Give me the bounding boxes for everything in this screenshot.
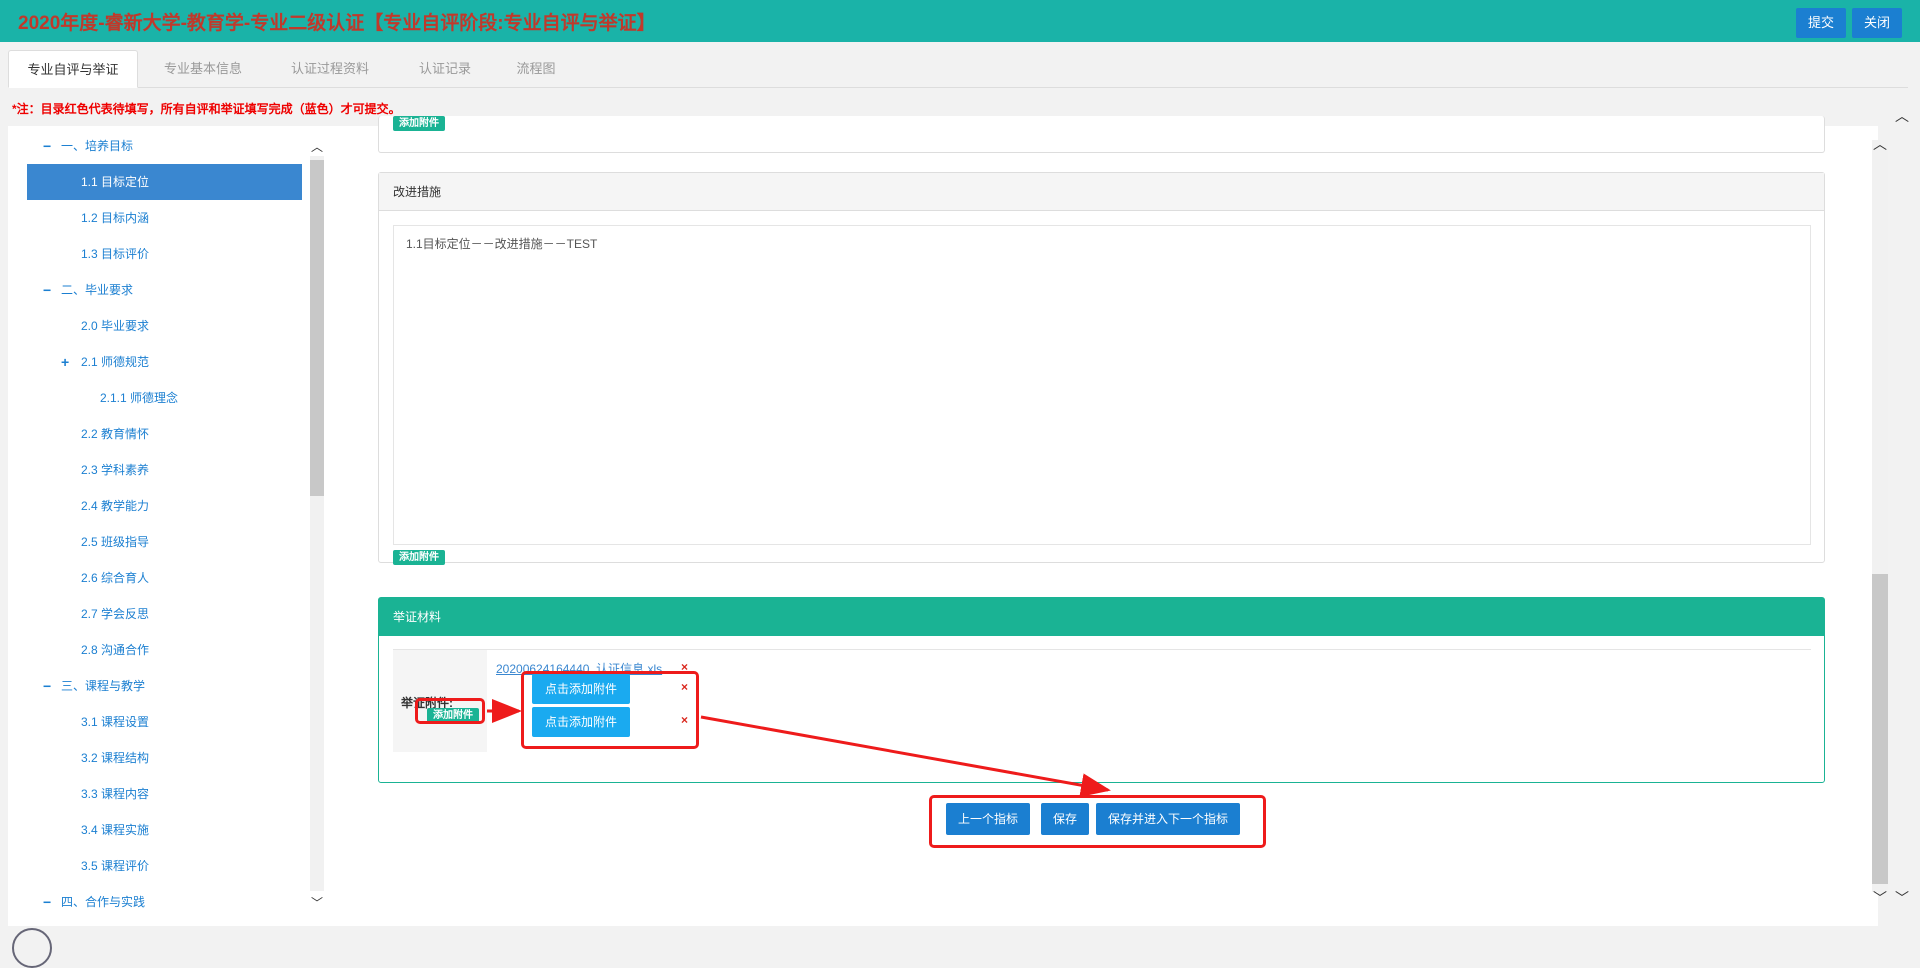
add-attachment-tag[interactable]: 添加附件 bbox=[393, 550, 445, 565]
tab-process-materials[interactable]: 认证过程资料 bbox=[270, 50, 390, 88]
tab-self-evaluation[interactable]: 专业自评与举证 bbox=[8, 50, 138, 88]
sidebar-tree: − 一、培养目标 1.1 目标定位 1.2 目标内涵 1.3 目标评价 − 二、… bbox=[8, 126, 338, 926]
main-scrollbar-thumb[interactable] bbox=[1872, 574, 1888, 884]
header-bar: 2020年度-睿新大学-教育学-专业二级认证【专业自评阶段:专业自评与举证】 提… bbox=[0, 0, 1920, 42]
tree-item-2-6[interactable]: 2.6 综合育人 bbox=[27, 560, 302, 596]
tree-item-2-7[interactable]: 2.7 学会反思 bbox=[27, 596, 302, 632]
expand-icon[interactable]: + bbox=[61, 344, 69, 380]
main-scroll-down-icon[interactable]: ﹀ bbox=[1872, 890, 1888, 906]
highlight-add-attachment bbox=[415, 698, 485, 724]
tree-item-graduation-req[interactable]: − 二、毕业要求 bbox=[27, 272, 302, 308]
improvement-textarea[interactable]: 1.1目标定位－－改进措施－－TEST bbox=[393, 225, 1811, 545]
tree-item-2-8[interactable]: 2.8 沟通合作 bbox=[27, 632, 302, 668]
page-scroll-up-icon[interactable]: ︿ bbox=[1894, 108, 1910, 124]
tree-item-training-goals[interactable]: − 一、培养目标 bbox=[27, 128, 302, 164]
tree-item-3-1[interactable]: 3.1 课程设置 bbox=[27, 704, 302, 740]
improvement-panel-title: 改进措施 bbox=[379, 173, 1824, 211]
tab-bar: 专业自评与举证 专业基本信息 认证过程资料 认证记录 流程图 bbox=[8, 50, 1908, 88]
collapse-icon[interactable]: − bbox=[43, 668, 51, 704]
collapse-icon[interactable]: − bbox=[43, 884, 51, 920]
evidence-panel-title: 举证材料 bbox=[379, 598, 1824, 636]
tree-item-2-3[interactable]: 2.3 学科素养 bbox=[27, 452, 302, 488]
tree-item-2-1[interactable]: + 2.1 师德规范 bbox=[27, 344, 302, 380]
tree-item-2-5[interactable]: 2.5 班级指导 bbox=[27, 524, 302, 560]
tree-item-3-3[interactable]: 3.3 课程内容 bbox=[27, 776, 302, 812]
notice-text: *注：目录红色代表待填写，所有自评和举证填写完成（蓝色）才可提交。 bbox=[12, 102, 401, 116]
tab-basic-info[interactable]: 专业基本信息 bbox=[148, 50, 258, 88]
sidebar-scroll-down-icon[interactable]: ﹀ bbox=[310, 896, 324, 910]
tree-item-3-5[interactable]: 3.5 课程评价 bbox=[27, 848, 302, 884]
highlight-add-file-buttons bbox=[521, 671, 699, 749]
main-scroll-up-icon[interactable]: ︿ bbox=[1872, 136, 1888, 152]
tree-item-2-2[interactable]: 2.2 教育情怀 bbox=[27, 416, 302, 452]
tab-flowchart[interactable]: 流程图 bbox=[498, 50, 574, 88]
add-attachment-tag[interactable]: 添加附件 bbox=[393, 116, 445, 131]
sidebar-scroll-up-icon[interactable]: ︿ bbox=[310, 140, 324, 154]
tree-item-1-3[interactable]: 1.3 目标评价 bbox=[27, 236, 302, 272]
improvement-panel: 改进措施 1.1目标定位－－改进措施－－TEST 添加附件 bbox=[378, 172, 1825, 565]
collapse-icon[interactable]: − bbox=[43, 128, 51, 164]
tree-item-cooperation[interactable]: − 四、合作与实践 bbox=[27, 884, 302, 920]
tab-records[interactable]: 认证记录 bbox=[400, 50, 490, 88]
tree-item-3-4[interactable]: 3.4 课程实施 bbox=[27, 812, 302, 848]
tree-item-3-2[interactable]: 3.2 课程结构 bbox=[27, 740, 302, 776]
submit-button[interactable]: 提交 bbox=[1796, 8, 1847, 38]
tree-item-2-0[interactable]: 2.0 毕业要求 bbox=[27, 308, 302, 344]
previous-panel: 添加附件 bbox=[378, 116, 1825, 153]
close-button[interactable]: 关闭 bbox=[1852, 8, 1903, 38]
highlight-action-buttons bbox=[929, 795, 1266, 848]
collapse-icon[interactable]: − bbox=[43, 272, 51, 308]
page-scroll-down-icon[interactable]: ﹀ bbox=[1894, 890, 1910, 906]
sidebar-scrollbar-thumb[interactable] bbox=[310, 160, 324, 496]
tree-item-courses[interactable]: − 三、课程与教学 bbox=[27, 668, 302, 704]
tree-item-2-1-1[interactable]: 2.1.1 师德理念 bbox=[27, 380, 302, 416]
tree-item-2-4[interactable]: 2.4 教学能力 bbox=[27, 488, 302, 524]
tree-item-1-1[interactable]: 1.1 目标定位 bbox=[27, 164, 302, 200]
page-title: 2020年度-睿新大学-教育学-专业二级认证【专业自评阶段:专业自评与举证】 bbox=[18, 13, 656, 34]
logo bbox=[12, 928, 52, 968]
tree-item-1-2[interactable]: 1.2 目标内涵 bbox=[27, 200, 302, 236]
